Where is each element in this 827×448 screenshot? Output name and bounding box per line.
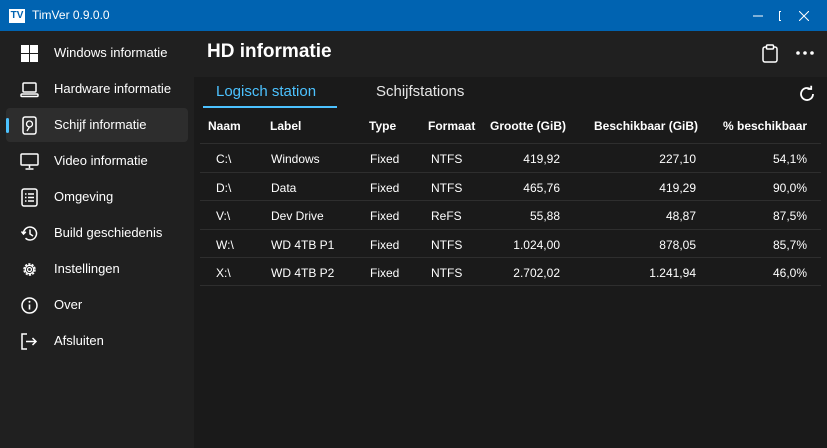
cell-beschikbaar: 227,10	[659, 152, 696, 166]
cell-formaat: NTFS	[431, 181, 463, 195]
sidebar-item-instellingen[interactable]: Instellingen	[6, 252, 188, 286]
monitor-icon	[20, 153, 39, 170]
cell-naam: C:\	[216, 152, 232, 166]
page-title: HD informatie	[207, 41, 332, 62]
app-icon: TV	[9, 9, 25, 23]
sidebar: Windows informatie Hardware informatie S…	[0, 31, 194, 448]
cell-label: Data	[271, 181, 297, 195]
cell-naam: X:\	[216, 266, 231, 280]
cell-grootte: 1.024,00	[513, 238, 560, 252]
window-title: TimVer 0.9.0.0	[32, 8, 110, 22]
sidebar-item-label: Hardware informatie	[54, 81, 172, 96]
column-header-grootte[interactable]: Grootte (GiB)	[490, 119, 566, 133]
maximize-icon	[779, 10, 781, 21]
sidebar-item-label: Afsluiten	[54, 333, 104, 348]
sidebar-item-afsluiten[interactable]: Afsluiten	[6, 324, 188, 358]
cell-formaat: ReFS	[431, 209, 462, 223]
sidebar-item-label: Windows informatie	[54, 45, 168, 60]
table-row[interactable]: C:\ Windows Fixed NTFS 419,92 227,10 54,…	[200, 143, 821, 172]
table-row[interactable]: W:\ WD 4TB P1 Fixed NTFS 1.024,00 878,05…	[200, 229, 821, 258]
sidebar-item-label: Over	[54, 297, 83, 312]
clipboard-icon	[762, 43, 778, 63]
sidebar-item-over[interactable]: Over	[6, 288, 188, 322]
laptop-icon	[20, 82, 39, 98]
page-header: HD informatie	[194, 31, 827, 77]
cell-type: Fixed	[370, 181, 400, 195]
sidebar-item-label: Build geschiedenis	[54, 225, 163, 240]
column-header-beschikbaar[interactable]: Beschikbaar (GiB)	[594, 119, 698, 133]
copy-button[interactable]	[759, 42, 781, 64]
close-button[interactable]	[781, 0, 827, 31]
cell-type: Fixed	[370, 238, 400, 252]
sidebar-item-hardware-informatie[interactable]: Hardware informatie	[6, 72, 188, 106]
disk-icon	[22, 116, 37, 135]
sidebar-item-build-geschiedenis[interactable]: Build geschiedenis	[6, 216, 188, 250]
cell-percent: 46,0%	[772, 266, 807, 280]
column-header-naam[interactable]: Naam	[208, 119, 241, 133]
cell-naam: W:\	[216, 238, 234, 252]
table-row[interactable]: D:\ Data Fixed NTFS 465,76 419,29 90,0%	[200, 172, 821, 201]
more-options-button[interactable]	[794, 42, 816, 64]
cell-percent: 54,1%	[772, 152, 807, 166]
table-row[interactable]: V:\ Dev Drive Fixed ReFS 55,88 48,87 87,…	[200, 200, 821, 229]
cell-beschikbaar: 48,87	[665, 209, 696, 223]
sidebar-item-windows-informatie[interactable]: Windows informatie	[6, 36, 188, 70]
list-icon	[21, 188, 38, 207]
sidebar-item-omgeving[interactable]: Omgeving	[6, 180, 188, 214]
sidebar-item-label: Omgeving	[54, 189, 114, 204]
table-row[interactable]: X:\ WD 4TB P2 Fixed NTFS 2.702,02 1.241,…	[200, 257, 821, 286]
cell-label: WD 4TB P2	[271, 266, 335, 280]
cell-label: Windows	[271, 152, 320, 166]
title-bar: TV TimVer 0.9.0.0	[0, 0, 827, 31]
column-header-formaat[interactable]: Formaat	[428, 119, 475, 133]
cell-formaat: NTFS	[431, 152, 463, 166]
cell-percent: 85,7%	[772, 238, 807, 252]
cell-label: Dev Drive	[271, 209, 324, 223]
column-header-label[interactable]: Label	[270, 119, 301, 133]
sidebar-item-schijf-informatie[interactable]: Schijf informatie	[6, 108, 188, 142]
info-icon	[21, 297, 38, 314]
sidebar-item-video-informatie[interactable]: Video informatie	[6, 144, 188, 178]
cell-naam: D:\	[216, 181, 232, 195]
history-icon	[20, 226, 38, 241]
cell-percent: 90,0%	[772, 181, 807, 195]
cell-grootte: 2.702,02	[513, 266, 560, 280]
sidebar-item-label: Instellingen	[54, 261, 120, 276]
cell-formaat: NTFS	[431, 238, 463, 252]
cell-beschikbaar: 878,05	[659, 238, 696, 252]
cell-beschikbaar: 419,29	[659, 181, 696, 195]
main-content: HD informatie Logisch station Schijfstat…	[194, 31, 827, 448]
cell-percent: 87,5%	[772, 209, 807, 223]
column-header-percent-beschikbaar[interactable]: % beschikbaar	[723, 119, 807, 133]
cell-beschikbaar: 1.241,94	[649, 266, 696, 280]
column-header-type[interactable]: Type	[369, 119, 396, 133]
cell-grootte: 465,76	[523, 181, 560, 195]
selection-indicator	[6, 118, 9, 133]
tab-logisch-station[interactable]: Logisch station	[216, 83, 316, 100]
close-icon	[799, 10, 809, 21]
exit-icon	[21, 333, 38, 350]
cell-formaat: NTFS	[431, 266, 463, 280]
cell-type: Fixed	[370, 152, 400, 166]
cell-type: Fixed	[370, 266, 400, 280]
cell-label: WD 4TB P1	[271, 238, 335, 252]
gear-icon	[23, 263, 36, 276]
refresh-icon[interactable]	[798, 85, 816, 103]
cell-type: Fixed	[370, 209, 400, 223]
tab-schijfstations[interactable]: Schijfstations	[376, 83, 464, 100]
cell-grootte: 55,88	[529, 209, 560, 223]
active-tab-underline	[203, 106, 337, 108]
sidebar-item-label: Video informatie	[54, 153, 148, 168]
maximize-button[interactable]	[735, 0, 781, 31]
sidebar-item-label: Schijf informatie	[54, 117, 147, 132]
windows-logo-icon	[21, 45, 38, 62]
cell-grootte: 419,92	[523, 152, 560, 166]
more-icon	[796, 51, 814, 55]
cell-naam: V:\	[216, 209, 231, 223]
